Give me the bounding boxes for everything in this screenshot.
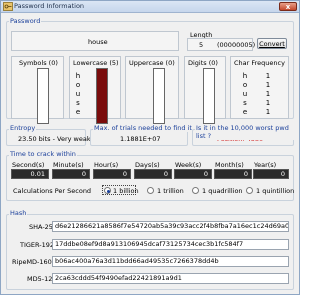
close-icon: x [285,3,291,11]
lowercase-label: Lowercase (5) [73,59,119,67]
length-value: 5 [199,41,204,49]
frequency-count: 1 [265,90,271,98]
lowercase-char: o [75,81,81,89]
uppercase-label: Uppercase (0) [129,59,175,67]
lowercase-char: s [76,99,80,107]
frequency-char: o [242,81,248,89]
unit-label-seconds: Second(s) [12,161,45,169]
option-label-1-quadrillion[interactable]: 1 quadrillion [202,187,243,195]
lowercase-char: u [75,90,81,98]
lowercase-bar [96,68,108,124]
calculations-per-second-label: Calculations Per Second [13,187,92,195]
hours-value: 0 [93,169,131,179]
years-value: 0 [253,169,289,179]
radio-1-billion[interactable] [104,187,111,194]
lowercase-char: h [75,72,81,80]
frequency-count: 1 [265,81,271,89]
frequency-count: 1 [265,99,271,107]
password-value: house [88,38,108,46]
sha256-hash-field[interactable]: d6e21286621a8586f7e54720ab5a39c93acc2f4b… [52,221,289,232]
unit-label-years: Year(s) [254,161,277,169]
max-trials-value: 1.1881E+07 [120,135,161,143]
option-label-1-billion[interactable]: 1 billion [113,187,139,195]
lowercase-box: Lowercase (5) h o u s e [69,56,121,124]
symbols-label: Symbols (0) [19,59,58,67]
convert-label: Convert [259,40,285,48]
key-icon [3,2,13,11]
length-box: 5 (00000005) [187,38,256,51]
frequency-char: s [243,99,247,107]
char-frequency-label: Char Frequency [234,59,285,67]
hash-section-title: Hash [9,209,28,217]
window-title: Password Information [14,2,85,10]
symbols-bar [37,68,49,124]
radio-1-quintillion[interactable] [246,187,253,194]
ripemd160-hash-field[interactable]: b06ac400a76a3d11bdd66ad49535c7266378dd4b [52,256,289,267]
option-label-1-trillion[interactable]: 1 trillion [157,187,184,195]
days-value: 0 [134,169,172,179]
digits-bar [203,68,215,124]
months-value: 0 [214,169,252,179]
frequency-char: e [242,108,248,116]
lowercase-bar-fill [97,69,107,123]
password-display-box: house [11,31,179,51]
digits-box: Digits (0) [184,56,226,124]
symbols-box: Symbols (0) [11,56,64,124]
radio-1-trillion[interactable] [147,187,154,194]
password-section-title: Password [9,17,42,25]
password-information-window: Password Information x Password house Le… [0,0,300,295]
frequency-count: 1 [265,72,271,80]
digits-label: Digits (0) [188,59,218,67]
entropy-value: 23.50 bits - Very weak [18,135,91,143]
minutes-value: 0 [52,169,90,179]
lowercase-char: e [75,108,81,116]
length-binary: (00000005) [217,41,256,49]
char-frequency-box: Char Frequency h o u s e 1 1 1 1 1 [230,56,289,119]
entropy-title: Entropy [9,124,37,132]
time-to-crack-title: Time to crack within [9,150,77,158]
tiger192-hash-field[interactable]: 17ddbe08ef9d8a913106945dcaf73125734cec3b… [52,239,289,250]
radio-1-quadrillion[interactable] [192,187,199,194]
seconds-value: 0.01 [11,169,49,179]
uppercase-box: Uppercase (0) [125,56,179,124]
worst-list-title: Is it in the 10,000 worst pwd list ? [195,124,299,140]
weeks-value: 0 [174,169,212,179]
uppercase-bar [153,68,165,124]
md5-hash-field[interactable]: 2ca63cddd54f9490efad22421891a9d1 [52,273,289,284]
unit-label-months: Month(s) [215,161,244,169]
hash-label-tiger192: TIGER-192 [20,241,55,249]
frequency-count: 1 [265,108,271,116]
unit-label-hours: Hour(s) [94,161,119,169]
hash-label-ripemd160: RipeMD-160 [12,258,52,266]
unit-label-minutes: Minute(s) [53,161,84,169]
frequency-char: h [242,72,248,80]
convert-button[interactable]: Convert [257,38,287,49]
unit-label-weeks: Week(s) [175,161,202,169]
max-trials-title: Max. of trials needed to find it [93,124,193,132]
unit-label-days: Days(s) [135,161,160,169]
option-label-1-quintillion[interactable]: 1 quintillion [256,187,294,195]
frequency-char: u [242,90,248,98]
title-bar[interactable]: Password Information x [1,1,299,13]
close-button[interactable]: x [279,2,297,11]
